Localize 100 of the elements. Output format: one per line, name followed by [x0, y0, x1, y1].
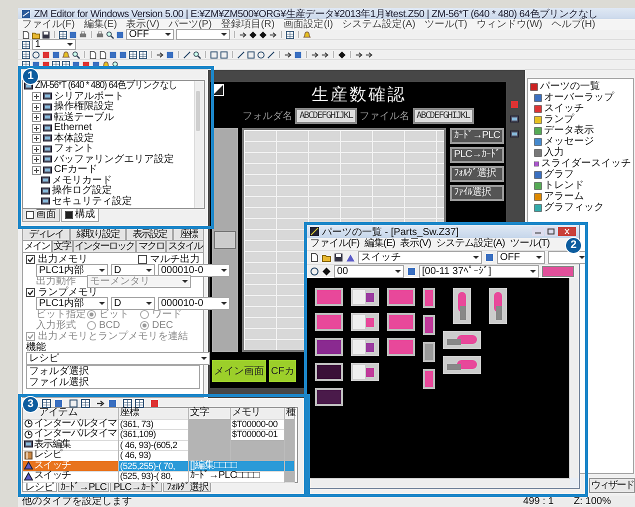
printer-icon[interactable] [79, 30, 87, 38]
bell-icon[interactable] [62, 50, 70, 58]
screen-button[interactable]: ﾌｫﾙﾀﾞ選択 [450, 166, 504, 182]
tree-item[interactable]: スライダースイッチ [541, 158, 631, 169]
switch-part[interactable] [453, 288, 471, 324]
menu-item[interactable]: 編集(E) [364, 238, 396, 250]
block-icon[interactable] [166, 50, 174, 58]
tree-item[interactable]: シリアルポート [54, 92, 124, 102]
column-header[interactable]: 種 [285, 408, 295, 420]
menu-item[interactable]: 表示(V) [400, 238, 431, 250]
screen-button[interactable]: ｶｰﾄﾞ→PLC [450, 128, 504, 144]
table-icon[interactable] [42, 398, 51, 408]
menu-item[interactable]: 編集(E) [84, 19, 118, 30]
dropdown[interactable]: OFF [126, 29, 174, 40]
block-icon[interactable] [54, 398, 63, 408]
bell-icon[interactable] [303, 30, 311, 38]
tree-item[interactable]: CFカード [54, 165, 98, 176]
table-icon[interactable] [286, 30, 294, 38]
dropdown[interactable]: スイッチ [358, 251, 482, 264]
arrow-icon[interactable] [355, 50, 363, 58]
menu-item[interactable]: システム設定(A) [436, 238, 505, 250]
column-header[interactable]: メモリ [231, 408, 285, 420]
arrow-icon[interactable] [156, 50, 164, 58]
menu-item[interactable]: ツール(T) [424, 19, 468, 30]
save-icon[interactable] [42, 30, 50, 38]
square-icon[interactable] [220, 50, 228, 58]
switch-part[interactable] [489, 288, 507, 324]
magnifier-icon[interactable] [72, 50, 80, 58]
table-icon[interactable] [129, 50, 137, 58]
checkbox[interactable] [26, 255, 35, 264]
menu-item[interactable]: 画面設定(I) [284, 19, 334, 30]
tree-item[interactable]: セキュリティ設定 [52, 196, 132, 207]
checkbox[interactable] [138, 255, 147, 264]
tab[interactable]: 画面 [22, 209, 60, 222]
table-icon[interactable] [59, 30, 67, 38]
tree-item[interactable]: グラフィック [544, 202, 604, 213]
tab[interactable]: ディレイ [22, 228, 70, 240]
list-item[interactable]: ファイル選択 [27, 377, 199, 388]
scrollbar[interactable] [194, 81, 204, 208]
switch-part[interactable] [315, 288, 343, 306]
arrow-icon[interactable] [239, 30, 247, 38]
switch-part[interactable] [423, 315, 435, 335]
table-icon[interactable] [135, 398, 144, 408]
arrow-icon[interactable] [321, 50, 329, 58]
dropdown[interactable]: 00 [334, 265, 404, 278]
switch-part[interactable] [351, 313, 379, 331]
arrow-icon[interactable] [284, 50, 292, 58]
tree-item[interactable]: データ表示 [544, 125, 594, 136]
tab[interactable]: 構成 [61, 209, 99, 222]
block-icon[interactable] [116, 30, 124, 38]
maximize-button[interactable] [545, 227, 557, 236]
list-item[interactable]: フォルダ選択 [27, 366, 199, 377]
table-icon[interactable] [22, 50, 30, 58]
switch-part[interactable] [387, 338, 415, 356]
dropdown[interactable]: D [111, 297, 155, 310]
circle-icon[interactable] [310, 267, 319, 276]
block-icon[interactable] [52, 50, 60, 58]
block-icon[interactable] [69, 30, 77, 38]
tree-item[interactable]: スイッチ [544, 103, 584, 114]
dropdown[interactable]: PLC1内部 [36, 297, 108, 310]
table-icon[interactable] [139, 50, 147, 58]
circle-icon[interactable] [32, 50, 40, 58]
tree-item[interactable]: 本体設定 [54, 134, 94, 144]
tree-item[interactable]: 操作権限設定 [54, 102, 114, 112]
dropdown[interactable]: 000010-0 [158, 297, 230, 310]
tree-item[interactable]: 入力 [544, 147, 564, 158]
color-swatch[interactable] [542, 266, 574, 277]
switch-part[interactable] [423, 288, 435, 308]
screen-button[interactable]: ﾌｧｲﾙ選択 [450, 185, 504, 201]
bell-icon[interactable] [102, 60, 110, 68]
tab[interactable]: スタイル [166, 240, 204, 252]
switch-part[interactable] [443, 331, 481, 349]
screen-button[interactable]: メイン画面 [212, 360, 266, 382]
minimize-button[interactable] [532, 227, 544, 236]
menu-item[interactable]: ファイル(F) [22, 19, 75, 30]
switch-part[interactable] [315, 388, 343, 406]
switch-part[interactable] [315, 363, 343, 381]
dropdown[interactable]: [00-11 37ﾍﾟｰｼﾞ] [419, 265, 539, 278]
tree-item[interactable]: グラフ [544, 169, 574, 180]
magnifier-icon[interactable] [106, 30, 114, 38]
printer-icon[interactable] [96, 30, 104, 38]
switch-part[interactable] [351, 338, 379, 356]
dropdown[interactable]: PLC1内部 [36, 264, 108, 277]
menu-item[interactable]: 登録項目(R) [220, 19, 275, 30]
magnifier-icon[interactable] [112, 60, 120, 68]
block-icon[interactable] [407, 267, 416, 276]
tab[interactable]: マクロ [136, 240, 166, 252]
diamond-icon[interactable] [322, 267, 331, 276]
block-icon[interactable] [108, 398, 117, 408]
save-icon[interactable] [334, 253, 343, 262]
switch-part[interactable] [387, 313, 415, 331]
tab[interactable]: メイン [22, 240, 52, 252]
tab[interactable]: 座標 [173, 228, 204, 240]
dropdown[interactable]: OFF [497, 251, 545, 264]
wizard-button[interactable]: ウィザード [589, 478, 635, 493]
tree-item[interactable]: オーバーラップ [544, 92, 614, 103]
switch-part[interactable] [423, 342, 435, 362]
tree-item[interactable]: Ethernet [54, 123, 92, 134]
column-header[interactable]: 文字 [189, 408, 231, 420]
tab[interactable]: PLC→ｶｰﾄﾞ [110, 482, 162, 492]
